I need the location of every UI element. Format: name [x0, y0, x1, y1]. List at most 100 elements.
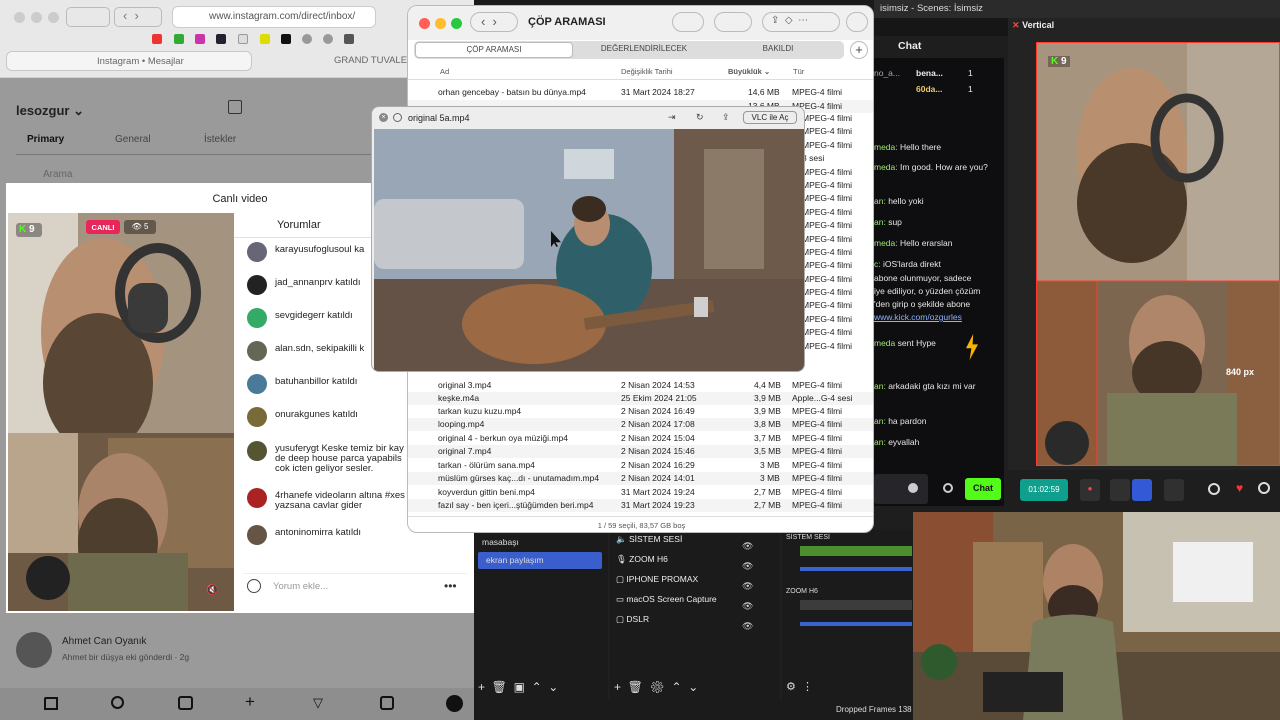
avatar[interactable] — [16, 632, 52, 668]
chat-message: meda: Hello erarslan — [874, 238, 953, 248]
account-switcher[interactable]: lesozgur ⌄ — [16, 103, 84, 119]
file-row[interactable]: original 4 - berkun oya müziği.mp4 2 Nisa… — [408, 432, 873, 445]
sidebar-toggle-icon[interactable] — [66, 7, 110, 27]
mute-icon[interactable]: 🔇 — [206, 585, 218, 596]
file-row[interactable]: tarkan - ölürüm sana.mp4 2 Nisan 2024 16:… — [408, 459, 873, 472]
file-row[interactable]: tarkan kuzu kuzu.mp4 2 Nisan 2024 16:49 3,… — [408, 405, 873, 418]
globe-icon[interactable] — [302, 34, 312, 44]
emoji-icon[interactable] — [908, 483, 918, 493]
address-bar[interactable]: www.instagram.com/direct/inbox/ — [172, 6, 376, 28]
share-tag-more[interactable]: ⇪ ◇ ⋯ — [762, 12, 840, 32]
col-date[interactable]: Değişiklik Tarihi — [621, 67, 673, 76]
bookmark-icon[interactable] — [238, 34, 248, 44]
col-size[interactable]: Büyüklük ⌄ — [728, 67, 770, 76]
chat-link[interactable]: www.kick.com/ozgurles — [874, 312, 962, 322]
youtube-icon[interactable] — [152, 34, 162, 44]
screenshot-icon[interactable] — [1164, 479, 1184, 501]
bookmark-icon[interactable] — [216, 34, 226, 44]
emoji-icon[interactable] — [247, 579, 261, 593]
tab-requests[interactable]: İstekler — [204, 134, 236, 145]
reels-icon[interactable] — [178, 696, 193, 710]
tab-general[interactable]: General — [115, 134, 151, 145]
volume-slider[interactable] — [800, 622, 912, 626]
chat-input[interactable] — [874, 474, 928, 504]
scene-item[interactable]: masabaşı — [474, 534, 604, 551]
comment-input[interactable]: Yorum ekle... — [243, 573, 467, 599]
scene-item-selected[interactable]: ekran paylaşım — [478, 552, 602, 569]
zoom-button[interactable] — [451, 18, 462, 29]
bottom-nav: + ▽ — [0, 688, 474, 720]
nav-back-forward[interactable]: ‹ › — [114, 7, 162, 27]
settings-icon[interactable] — [943, 483, 953, 493]
tab-degerlendirilecek[interactable]: DEĞERLENDİRİLECEK — [576, 44, 712, 53]
source-item[interactable]: 🔈 SİSTEM SESİ — [616, 534, 682, 554]
heart-icon[interactable]: ♥ — [1236, 481, 1243, 495]
search-input[interactable]: Arama — [16, 165, 376, 185]
tab-instagram[interactable]: Instagram • Mesajlar — [6, 51, 252, 71]
profile-avatar[interactable] — [446, 695, 463, 712]
trim-icon[interactable]: ⇥ — [668, 112, 676, 123]
dm-name[interactable]: Ahmet Can Oyanık — [62, 636, 146, 647]
instagram-icon[interactable] — [195, 34, 205, 44]
bookmark-icon[interactable] — [260, 34, 270, 44]
file-row[interactable]: keşke.m4a 25 Ekim 2024 21:05 3,9 MB Apple..… — [408, 392, 873, 406]
mixer-controls[interactable]: ⚙ ⋮ — [786, 680, 813, 693]
compose-icon[interactable] — [228, 100, 242, 114]
video-frame[interactable] — [374, 129, 804, 371]
file-row[interactable]: koyverdun gittin beni.mp4 31 Mart 2024 19… — [408, 486, 873, 499]
source-item[interactable]: ▭ macOS Screen Capture — [616, 594, 717, 614]
file-row[interactable]: orhan gencebay - batsın bu dünya.mp4 31 M… — [408, 86, 873, 99]
bookmark-icon[interactable] — [174, 34, 184, 44]
file-row[interactable]: original 7.mp4 2 Nisan 2024 15:46 3,5 MB MP… — [408, 445, 873, 459]
visibility-icons[interactable]: 👁 👁 👁 👁 👁 — [742, 536, 753, 636]
home-icon[interactable] — [44, 697, 58, 710]
settings-icon[interactable] — [1208, 483, 1220, 495]
add-tab-button[interactable]: + — [850, 41, 868, 59]
minimize-button[interactable] — [31, 12, 42, 23]
list-view-icon[interactable] — [672, 12, 704, 32]
volume-slider[interactable] — [800, 567, 912, 571]
tab-cop-aramasi[interactable]: ÇÖP ARAMASI — [415, 42, 573, 58]
rotate-icon[interactable]: ↻ — [696, 112, 704, 123]
grid-view-icon[interactable] — [714, 12, 752, 32]
source-item[interactable]: 🎙 ZOOM H6 — [616, 554, 668, 574]
close-button[interactable] — [14, 12, 25, 23]
messages-icon[interactable]: ▽ — [313, 695, 323, 711]
replay-icon[interactable] — [1132, 479, 1152, 501]
search-icon[interactable] — [111, 696, 124, 709]
close-button[interactable] — [419, 18, 430, 29]
settings-icon[interactable] — [1258, 482, 1270, 494]
globe-icon[interactable] — [323, 34, 333, 44]
file-row[interactable]: looping.mp4 2 Nisan 2024 17:08 3,8 MB MPEG-… — [408, 418, 873, 432]
tab-primary[interactable]: Primary — [27, 134, 64, 145]
record-icon[interactable]: ● — [1080, 479, 1100, 501]
minimize-button[interactable] — [435, 18, 446, 29]
file-row[interactable]: fazıl say - ben içeri...ştüğümden beri.m… — [408, 499, 873, 513]
dashboard-icon[interactable] — [380, 696, 394, 710]
tab-grand-tuvalet[interactable]: GRAND TUVALET — [334, 55, 413, 66]
nav-back-forward[interactable]: ‹ › — [470, 12, 518, 32]
file-row[interactable]: müslüm gürses kaç...dı - unutamadım.mp4 2… — [408, 472, 873, 486]
bookmark-icon[interactable] — [281, 34, 291, 44]
stop-icon[interactable] — [1110, 479, 1130, 501]
scene-controls[interactable]: + 🗑 ▣ ⌃ ⌄ — [478, 680, 558, 694]
chat-button[interactable]: Chat — [965, 478, 1001, 500]
col-name[interactable]: Ad — [440, 67, 449, 76]
share-icon[interactable]: ⇪ — [722, 112, 730, 123]
open-with-vlc-button[interactable]: VLC ile Aç — [743, 111, 797, 124]
fullscreen-icon[interactable] — [393, 113, 402, 122]
tab-bakildi[interactable]: BAKILDI — [714, 44, 842, 53]
extension-icon[interactable] — [344, 34, 354, 44]
create-icon[interactable]: + — [245, 692, 255, 712]
col-kind[interactable]: Tür — [793, 67, 804, 76]
scope-tabs: ÇÖP ARAMASI DEĞERLENDİRİLECEK BAKILDI — [414, 41, 844, 59]
recording-timer[interactable]: 01:02:59 — [1020, 479, 1068, 501]
source-controls[interactable]: + 🗑 ⚙ ⌃ ⌄ — [614, 680, 698, 694]
search-icon[interactable] — [846, 12, 868, 32]
more-icon[interactable]: ••• — [444, 579, 457, 593]
file-row[interactable]: original 3.mp4 2 Nisan 2024 14:53 4,4 MB MP… — [408, 379, 873, 392]
source-item[interactable]: ▢ DSLR — [616, 614, 649, 634]
close-icon[interactable]: × — [379, 113, 388, 122]
zoom-button[interactable] — [48, 12, 59, 23]
source-item[interactable]: ▢ IPHONE PROMAX — [616, 574, 698, 594]
